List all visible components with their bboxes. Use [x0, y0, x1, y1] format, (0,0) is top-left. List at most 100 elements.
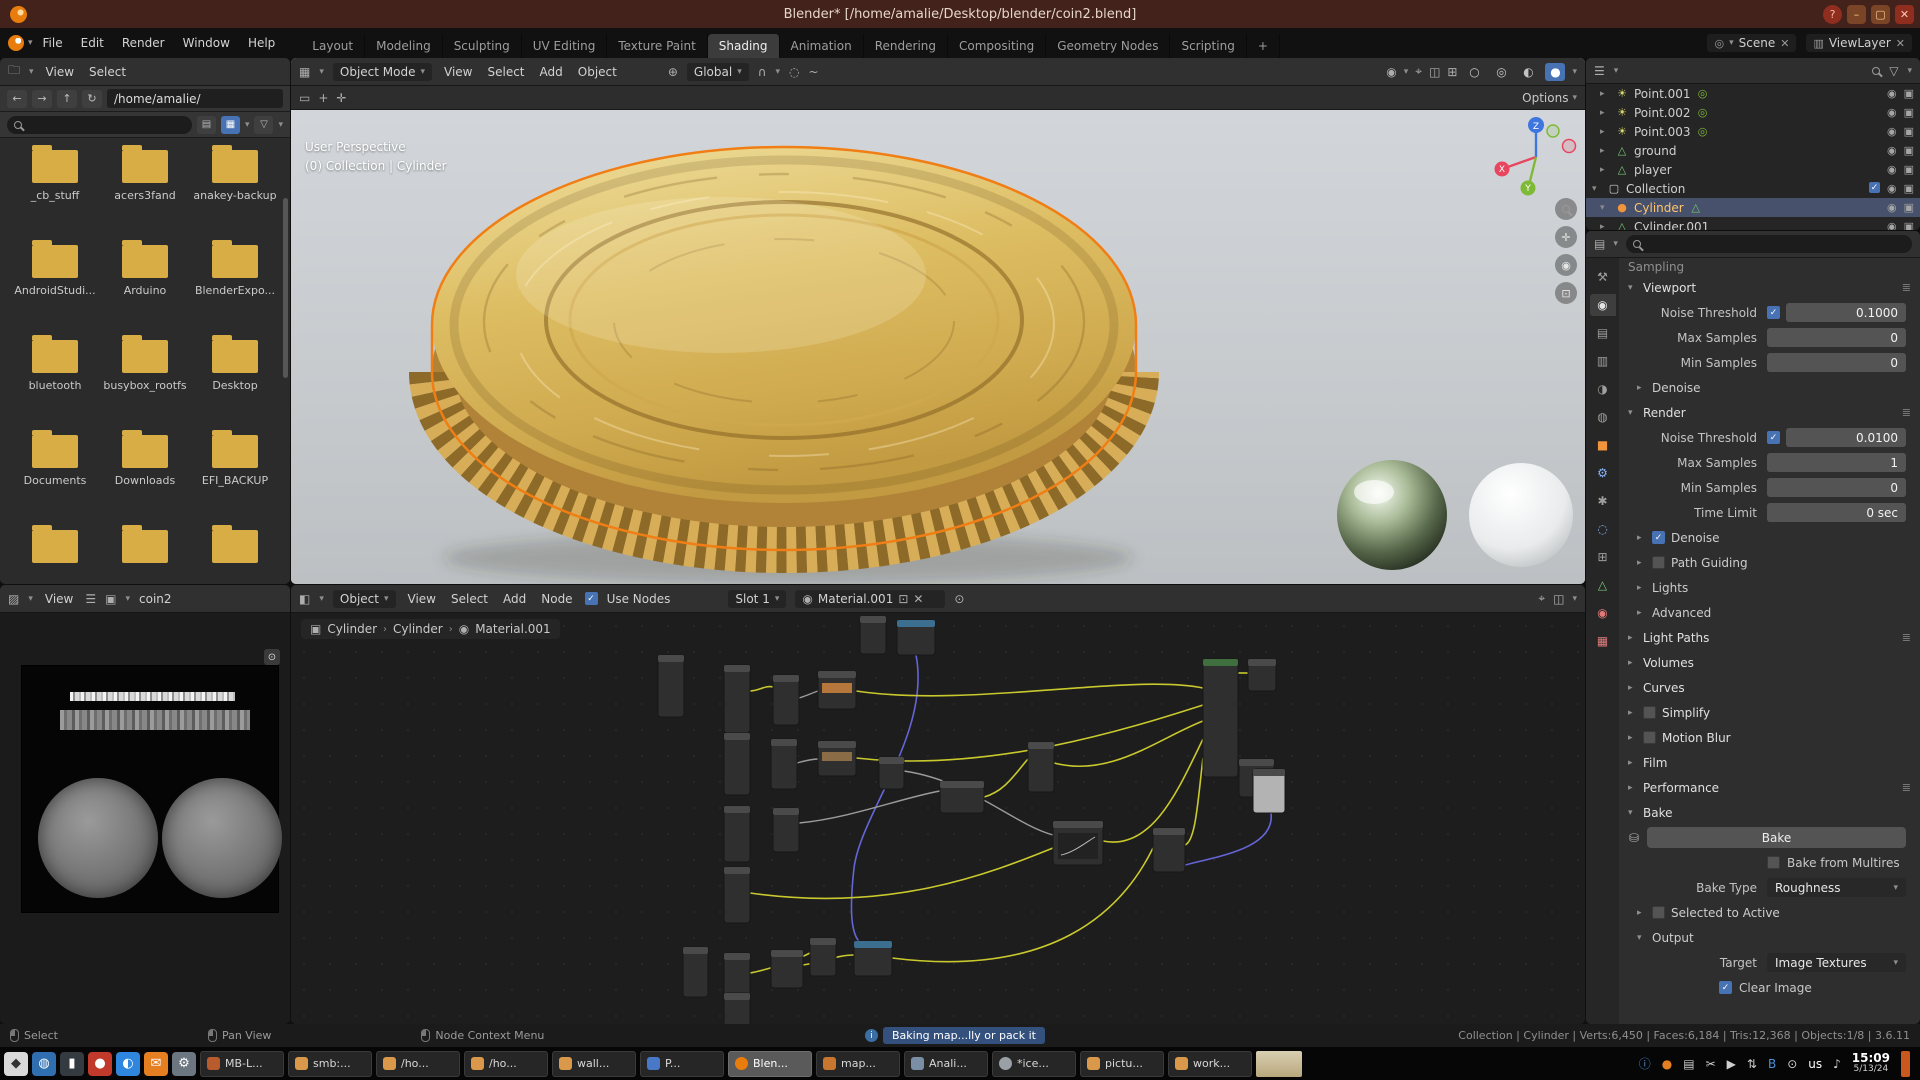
outliner-editor-icon[interactable]: ☰ [1594, 64, 1605, 78]
forward-button[interactable]: → [32, 90, 52, 108]
minimize-button[interactable]: – [1847, 5, 1866, 24]
gizmo-y-neg[interactable] [1547, 125, 1559, 137]
properties-tab-viewlayer[interactable]: ▥ [1590, 350, 1616, 372]
section-output[interactable]: ▾Output [1619, 925, 1920, 950]
toggle-ortho-icon[interactable]: ⊡ [1555, 282, 1577, 304]
hide-viewport-icon[interactable]: ◉ [1887, 106, 1897, 119]
viewport-editor-icon[interactable]: ▦ [299, 65, 310, 79]
launcher-mail-icon[interactable]: ✉ [144, 1052, 168, 1076]
image-menu-icon[interactable]: ☰ [85, 592, 96, 606]
time-limit-value[interactable]: 0 sec [1767, 503, 1906, 522]
proportional-edit-icon[interactable]: ◌ [789, 65, 799, 79]
taskbar-window-wall[interactable]: wall... [552, 1051, 636, 1077]
display-grid-button[interactable]: ▦ [221, 116, 240, 134]
maximize-button[interactable]: ▢ [1871, 5, 1890, 24]
folder-item[interactable]: acers3fand [100, 150, 190, 223]
menu-file[interactable]: File [35, 33, 71, 53]
bake-target-dropdown[interactable]: Image Textures▾ [1767, 953, 1906, 972]
folder-item[interactable]: Downloads [100, 435, 190, 508]
disable-render-icon[interactable]: ▣ [1904, 220, 1914, 230]
launcher-settings-icon[interactable]: ⚙ [172, 1052, 196, 1076]
coin-object[interactable] [432, 147, 1136, 583]
section-viewport[interactable]: ▾Viewport ≣ [1619, 275, 1920, 300]
hide-viewport-icon[interactable]: ◉ [1887, 87, 1897, 100]
section-volumes[interactable]: ▸Volumes [1619, 650, 1920, 675]
tab-geometry-nodes[interactable]: Geometry Nodes [1046, 34, 1170, 58]
max-samples-value[interactable]: 0 [1767, 328, 1906, 347]
properties-search-input[interactable] [1626, 235, 1912, 253]
hide-viewport-icon[interactable]: ◉ [1887, 144, 1897, 157]
falloff-icon[interactable]: ~ [809, 65, 819, 79]
menu-window[interactable]: Window [175, 33, 238, 53]
tab-add-workspace[interactable]: + [1247, 34, 1280, 58]
viewlayer-selector[interactable]: ▥ ViewLayer ✕ [1806, 34, 1912, 52]
shader-type-dropdown[interactable]: Object▾ [333, 590, 396, 608]
section-sampling-partial[interactable]: Sampling [1619, 258, 1920, 275]
section-menu-icon[interactable]: ≣ [1902, 281, 1911, 294]
properties-tab-tool[interactable]: ⚒ [1590, 266, 1616, 288]
max-samples-value[interactable]: 1 [1767, 453, 1906, 472]
tool-move-icon[interactable]: ✛ [336, 91, 346, 105]
bake-type-dropdown[interactable]: Roughness▾ [1767, 878, 1906, 897]
move-view-icon[interactable]: ✛ [1555, 226, 1577, 248]
launcher-media-icon[interactable]: ● [88, 1052, 112, 1076]
menu-edit[interactable]: Edit [73, 33, 112, 53]
tab-sculpting[interactable]: Sculpting [443, 34, 522, 58]
outliner-row-cylinder001[interactable]: ▸△ Cylinder.001 ◉▣ [1586, 217, 1920, 230]
outliner-row-collection[interactable]: ▾▢ Collection ◉▣ [1586, 179, 1920, 198]
img-menu-view[interactable]: View [42, 590, 76, 608]
close-button[interactable]: ✕ [1895, 5, 1914, 24]
sh-menu-view[interactable]: View [405, 590, 439, 608]
filter-funnel-icon[interactable]: ▽ [1889, 64, 1898, 78]
tab-layout[interactable]: Layout [301, 34, 365, 58]
properties-tab-material[interactable]: ◉ [1590, 602, 1616, 624]
menu-render[interactable]: Render [114, 33, 173, 53]
disable-render-icon[interactable]: ▣ [1904, 182, 1914, 195]
pin-icon[interactable]: ⊙ [954, 592, 964, 606]
section-bake[interactable]: ▾Bake [1619, 800, 1920, 825]
section-performance[interactable]: ▸Performance ≣ [1619, 775, 1920, 800]
denoise-checkbox[interactable] [1652, 531, 1665, 544]
section-render-denoise[interactable]: ▸ Denoise [1619, 525, 1920, 550]
collection-checkbox[interactable] [1869, 182, 1880, 193]
sh-menu-node[interactable]: Node [538, 590, 575, 608]
selectability-icon[interactable]: ◉ [1386, 65, 1396, 79]
tool-cursor-icon[interactable]: + [318, 91, 328, 105]
outliner-row-point001[interactable]: ▸☀ Point.001 ◎ ◉▣ [1586, 84, 1920, 103]
path-field[interactable]: /home/amalie/ [107, 89, 283, 108]
fb-menu-select[interactable]: Select [86, 63, 129, 81]
bake-multires-checkbox[interactable] [1767, 856, 1780, 869]
scene-selector[interactable]: ◎ ▾ Scene ✕ [1707, 34, 1796, 52]
file-browser-editor-icon[interactable]: 🗀 [8, 61, 20, 82]
section-motion-blur[interactable]: ▸ Motion Blur [1619, 725, 1920, 750]
clear-image-checkbox[interactable] [1719, 981, 1732, 994]
hide-viewport-icon[interactable]: ◉ [1887, 201, 1897, 214]
app-menu-icon[interactable]: ◆ [4, 1052, 28, 1076]
properties-tab-particles[interactable]: ✱ [1590, 490, 1616, 512]
simplify-checkbox[interactable] [1643, 706, 1656, 719]
launcher-browser-icon[interactable]: ◍ [32, 1052, 56, 1076]
clock[interactable]: 15:09 5/13/24 [1852, 1053, 1890, 1075]
outliner-row-player[interactable]: ▸△ player ◉▣ [1586, 160, 1920, 179]
folder-item[interactable]: Arduino [100, 245, 190, 318]
blender-logo-icon[interactable] [8, 35, 24, 51]
back-button[interactable]: ← [7, 90, 27, 108]
section-viewport-denoise[interactable]: ▸Denoise [1619, 375, 1920, 400]
slot-dropdown[interactable]: Slot 1▾ [728, 590, 786, 608]
zoom-tool-icon[interactable] [1555, 198, 1577, 220]
section-menu-icon[interactable]: ≣ [1902, 781, 1911, 794]
refresh-button[interactable]: ↻ [82, 90, 102, 108]
properties-tab-physics[interactable]: ◌ [1590, 518, 1616, 540]
window-help-button[interactable]: ? [1823, 5, 1842, 24]
keyboard-layout-indicator[interactable]: us [1808, 1057, 1822, 1071]
shading-rendered-button[interactable]: ● [1545, 63, 1565, 81]
show-desktop-button[interactable] [1901, 1051, 1910, 1077]
taskbar-window-smb[interactable]: smb:... [288, 1051, 372, 1077]
bake-progress[interactable]: i Baking map...lly or pack it [865, 1027, 1045, 1044]
folder-item[interactable]: EFI_BACKUP [190, 435, 280, 508]
tab-uv-editing[interactable]: UV Editing [522, 34, 608, 58]
folder-item[interactable]: Desktop [190, 340, 280, 413]
properties-tab-world[interactable]: ◍ [1590, 406, 1616, 428]
noise-threshold-value[interactable]: 0.1000 [1786, 303, 1906, 322]
disable-render-icon[interactable]: ▣ [1904, 125, 1914, 138]
